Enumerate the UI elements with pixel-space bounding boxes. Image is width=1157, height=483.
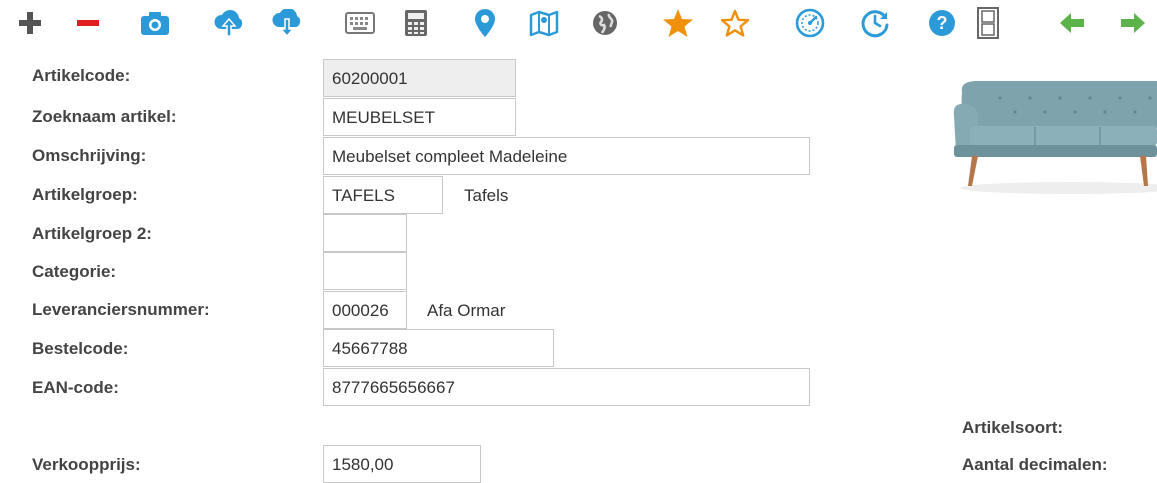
categorie-field[interactable] [323,252,407,290]
plus-icon[interactable] [12,5,48,41]
arrow-right-icon[interactable] [1115,5,1151,41]
bestelcode-label: Bestelcode: [32,339,129,358]
aantal-decimalen-label: Aantal decimalen: [962,455,1108,474]
leverancier-field[interactable]: 000026 [323,291,407,329]
leverancier-description: Afa Ormar [427,301,506,320]
zoeknaam-field[interactable]: MEUBELSET [323,98,516,136]
arrow-left-icon[interactable] [1054,5,1090,41]
cloud-upload-icon[interactable] [211,5,247,41]
speedometer-icon[interactable] [792,5,828,41]
camera-icon[interactable] [137,5,173,41]
artikelcode-label: Artikelcode: [32,66,131,85]
calculator-icon[interactable] [398,5,434,41]
film-icon[interactable] [970,5,1006,41]
artikelcode-field[interactable]: 60200001 [323,59,516,97]
artikelgroep2-field[interactable] [323,214,407,252]
map-icon[interactable] [526,5,562,41]
bestelcode-field[interactable]: 45667788 [323,329,554,367]
cloud-download-icon[interactable] [269,5,305,41]
keyboard-icon[interactable] [342,5,378,41]
categorie-label: Categorie: [32,262,117,281]
omschrijving-label: Omschrijving: [32,146,147,165]
ean-field[interactable]: 8777665656667 [323,368,810,406]
toolbar: ? [0,0,1157,48]
artikelgroep-field[interactable]: TAFELS [323,176,443,214]
star-filled-icon[interactable] [660,5,696,41]
leverancier-label: Leveranciersnummer: [32,300,210,319]
map-pin-icon[interactable] [467,5,503,41]
artikelgroep-label: Artikelgroep: [32,185,138,204]
artikelgroep-description: Tafels [464,186,509,205]
help-icon[interactable]: ? [924,5,960,41]
verkoopprijs-field[interactable]: 1580,00 [323,445,481,483]
clock-refresh-icon[interactable] [857,5,893,41]
svg-text:?: ? [937,13,948,33]
verkoopprijs-label: Verkoopprijs: [32,455,141,474]
artikelgroep2-label: Artikelgroep 2: [32,224,152,243]
artikelsoort-label: Artikelsoort: [962,418,1064,437]
minus-icon[interactable] [70,5,106,41]
globe-icon[interactable] [587,5,623,41]
zoeknaam-label: Zoeknaam artikel: [32,107,177,126]
product-image [940,70,1157,200]
star-outline-icon[interactable] [717,5,753,41]
omschrijving-field[interactable]: Meubelset compleet Madeleine [323,137,810,175]
ean-label: EAN-code: [32,378,119,397]
